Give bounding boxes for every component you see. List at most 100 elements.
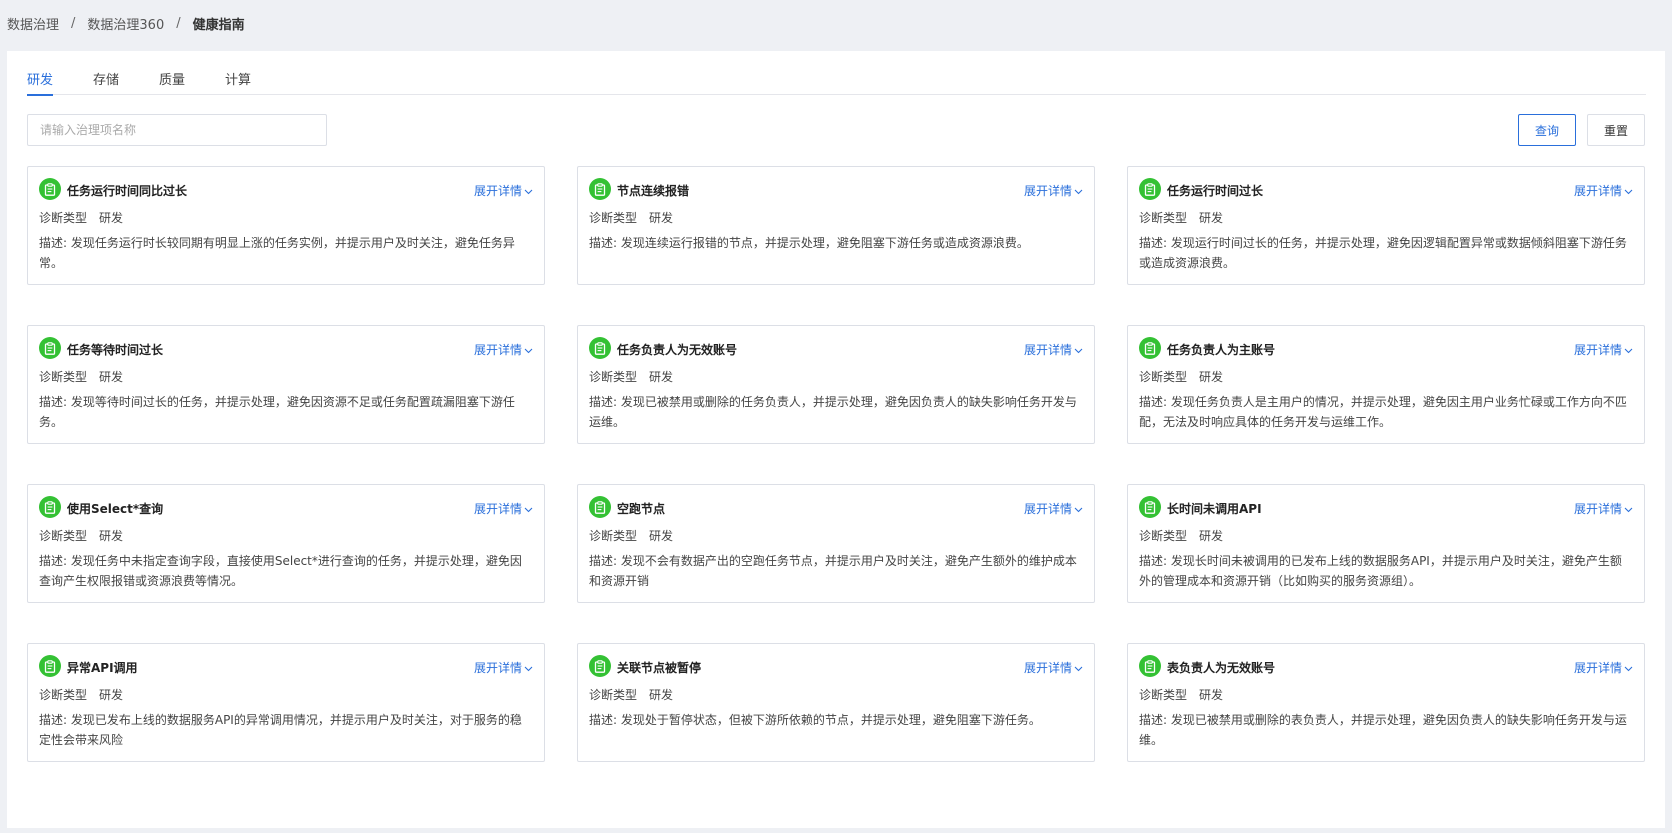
card-title: 节点连续报错 (617, 183, 690, 198)
diagnosis-type: 诊断类型 研发 (589, 368, 1083, 385)
chevron-down-icon (1074, 343, 1083, 357)
expand-details-link[interactable]: 展开详情 (1574, 659, 1633, 676)
tab-compute[interactable]: 计算 (225, 69, 251, 95)
tab-bar: 研发 存储 质量 计算 (27, 69, 1646, 96)
chevron-down-icon (524, 502, 533, 516)
reset-button[interactable]: 重置 (1587, 114, 1645, 146)
query-button[interactable]: 查询 (1518, 114, 1576, 146)
card-description: 描述: 发现任务负责人是主用户的情况，并提示处理，避免因主用户业务忙碌或工作方向… (1139, 395, 1627, 429)
chevron-down-icon (1074, 502, 1083, 516)
diagnosis-type-value: 研发 (1199, 529, 1224, 543)
clipboard-icon (589, 655, 611, 677)
card-title: 异常API调用 (67, 660, 138, 675)
breadcrumb-separator: / (176, 16, 181, 31)
diagnosis-type-label: 诊断类型 (1139, 211, 1188, 225)
diagnosis-type-value: 研发 (649, 529, 674, 543)
governance-card: 任务负责人为主账号 展开详情 诊断类型 研发 描述: 发现任务负责人是主用户的情… (1127, 325, 1645, 444)
diagnosis-type-label: 诊断类型 (1139, 529, 1188, 543)
diagnosis-type-value: 研发 (99, 688, 124, 702)
diagnosis-type: 诊断类型 研发 (39, 527, 533, 544)
card-description: 描述: 发现长时间未被调用的已发布上线的数据服务API，并提示用户及时关注，避免… (1139, 554, 1622, 588)
expand-details-link[interactable]: 展开详情 (474, 500, 533, 517)
card-description: 描述: 发现已发布上线的数据服务API的异常调用情况，并提示用户及时关注，对于服… (39, 713, 522, 747)
tab-quality[interactable]: 质量 (159, 69, 185, 95)
card-title: 长时间未调用API (1167, 501, 1262, 516)
clipboard-icon (589, 496, 611, 518)
diagnosis-type-label: 诊断类型 (39, 211, 88, 225)
breadcrumb-item-governance[interactable]: 数据治理 (7, 14, 59, 33)
expand-label: 展开详情 (1023, 502, 1072, 516)
clipboard-icon (589, 337, 611, 359)
expand-label: 展开详情 (1573, 343, 1622, 357)
expand-label: 展开详情 (1573, 661, 1622, 675)
expand-label: 展开详情 (1023, 343, 1072, 357)
tab-storage[interactable]: 存储 (93, 69, 119, 95)
clipboard-icon (589, 178, 611, 200)
expand-label: 展开详情 (1023, 661, 1072, 675)
governance-card: 使用Select*查询 展开详情 诊断类型 研发 描述: 发现任务中未指定查询字… (27, 484, 545, 603)
clipboard-icon (39, 337, 61, 359)
expand-details-link[interactable]: 展开详情 (1024, 659, 1083, 676)
breadcrumb-item-governance-360[interactable]: 数据治理360 (87, 14, 164, 33)
expand-details-link[interactable]: 展开详情 (1024, 182, 1083, 199)
diagnosis-type: 诊断类型 研发 (1139, 527, 1633, 544)
main-panel: 研发 存储 质量 计算 查询 重置 任务运行时间同比过长 展开详情 (7, 51, 1665, 828)
governance-card: 任务运行时间同比过长 展开详情 诊断类型 研发 描述: 发现任务运行时长较同期有… (27, 166, 545, 285)
card-title: 任务负责人为无效账号 (617, 342, 738, 357)
diagnosis-type-label: 诊断类型 (39, 370, 88, 384)
diagnosis-type-value: 研发 (1199, 211, 1224, 225)
diagnosis-type: 诊断类型 研发 (1139, 209, 1633, 226)
card-description: 描述: 发现处于暂停状态，但被下游所依赖的节点，并提示处理，避免阻塞下游任务。 (589, 713, 1041, 727)
expand-details-link[interactable]: 展开详情 (1574, 500, 1633, 517)
chevron-down-icon (524, 184, 533, 198)
expand-details-link[interactable]: 展开详情 (474, 182, 533, 199)
expand-label: 展开详情 (1023, 184, 1072, 198)
expand-details-link[interactable]: 展开详情 (474, 341, 533, 358)
diagnosis-type: 诊断类型 研发 (1139, 686, 1633, 703)
diagnosis-type: 诊断类型 研发 (39, 209, 533, 226)
card-description: 描述: 发现任务运行时长较同期有明显上涨的任务实例，并提示用户及时关注，避免任务… (39, 236, 515, 270)
expand-label: 展开详情 (473, 661, 522, 675)
expand-details-link[interactable]: 展开详情 (1574, 341, 1633, 358)
chevron-down-icon (1624, 661, 1633, 675)
clipboard-icon (1139, 337, 1161, 359)
diagnosis-type-label: 诊断类型 (1139, 370, 1188, 384)
chevron-down-icon (1624, 343, 1633, 357)
chevron-down-icon (1074, 184, 1083, 198)
clipboard-icon (1139, 655, 1161, 677)
governance-card: 空跑节点 展开详情 诊断类型 研发 描述: 发现不会有数据产出的空跑任务节点，并… (577, 484, 1095, 603)
card-description: 描述: 发现运行时间过长的任务，并提示处理，避免因逻辑配置异常或数据倾斜阻塞下游… (1139, 236, 1627, 270)
diagnosis-type: 诊断类型 研发 (39, 368, 533, 385)
chevron-down-icon (1624, 184, 1633, 198)
card-title: 使用Select*查询 (67, 501, 164, 516)
expand-details-link[interactable]: 展开详情 (1574, 182, 1633, 199)
card-description: 描述: 发现任务中未指定查询字段，直接使用Select*进行查询的任务，并提示处… (39, 554, 522, 588)
breadcrumb-separator: / (71, 16, 76, 31)
diagnosis-type-label: 诊断类型 (1139, 688, 1188, 702)
card-title: 任务负责人为主账号 (1167, 342, 1276, 357)
expand-label: 展开详情 (473, 343, 522, 357)
diagnosis-type: 诊断类型 研发 (1139, 368, 1633, 385)
chevron-down-icon (1074, 661, 1083, 675)
diagnosis-type-label: 诊断类型 (39, 529, 88, 543)
expand-details-link[interactable]: 展开详情 (1024, 341, 1083, 358)
clipboard-icon (39, 655, 61, 677)
diagnosis-type-value: 研发 (649, 211, 674, 225)
expand-label: 展开详情 (473, 502, 522, 516)
card-title: 任务运行时间过长 (1167, 183, 1264, 198)
search-input[interactable] (27, 114, 327, 146)
diagnosis-type-label: 诊断类型 (589, 529, 638, 543)
clipboard-icon (1139, 178, 1161, 200)
tab-dev[interactable]: 研发 (27, 69, 54, 96)
chevron-down-icon (524, 343, 533, 357)
chevron-down-icon (524, 661, 533, 675)
card-description: 描述: 发现连续运行报错的节点，并提示处理，避免阻塞下游任务或造成资源浪费。 (589, 236, 1029, 250)
breadcrumb-item-current: 健康指南 (192, 18, 245, 33)
expand-details-link[interactable]: 展开详情 (1024, 500, 1083, 517)
diagnosis-type-value: 研发 (649, 370, 674, 384)
diagnosis-type-value: 研发 (99, 370, 124, 384)
card-description: 描述: 发现等待时间过长的任务，并提示处理，避免因资源不足或任务配置疏漏阻塞下游… (39, 395, 515, 429)
expand-details-link[interactable]: 展开详情 (474, 659, 533, 676)
diagnosis-type-label: 诊断类型 (589, 370, 638, 384)
clipboard-icon (39, 496, 61, 518)
